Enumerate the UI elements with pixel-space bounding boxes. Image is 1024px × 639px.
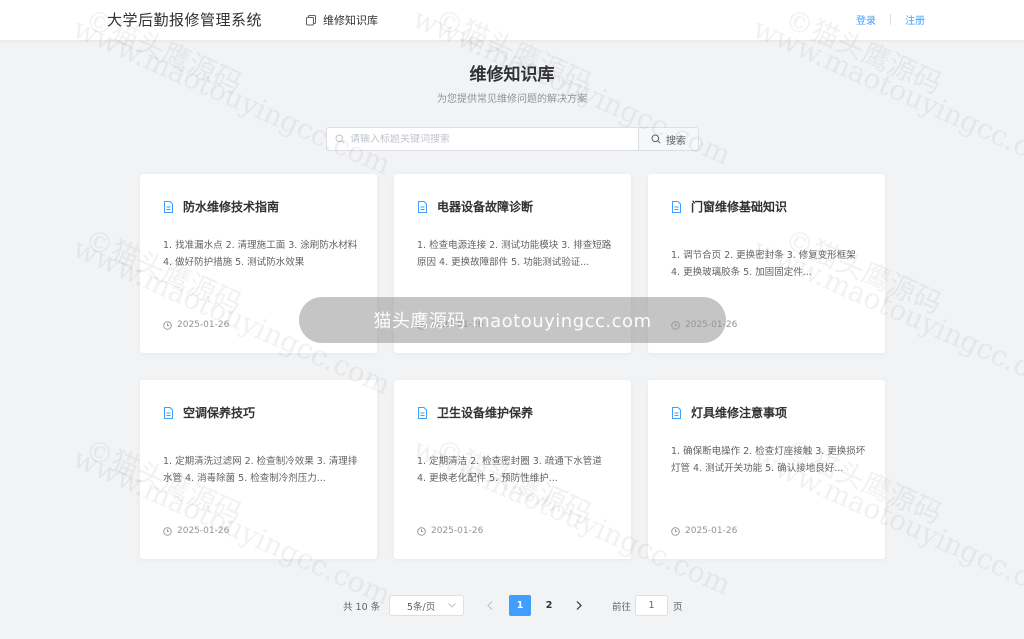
document-icon — [164, 406, 173, 419]
goto-page-input[interactable] — [635, 595, 668, 616]
document-icon — [672, 406, 681, 419]
article-date-row: 2025-01-26 — [163, 320, 229, 330]
article-summary: 1. 确保断电操作 2. 检查灯座接触 3. 更换损坏灯管 4. 测试开关功能 … — [671, 446, 866, 474]
article-date: 2025-01-26 — [685, 526, 738, 536]
page-button-2[interactable]: 2 — [538, 595, 560, 616]
page-button-1[interactable]: 1 — [509, 595, 531, 616]
article-date-row: 2025-01-26 — [417, 320, 483, 330]
nav-knowledge-base-label: 维修知识库 — [323, 14, 378, 27]
search-button-label: 搜索 — [666, 135, 686, 147]
article-summary: 1. 定期清洗过滤网 2. 检查制冷效果 3. 清理排水管 4. 消毒除菌 5.… — [163, 456, 358, 484]
document-icon — [672, 200, 681, 213]
article-summary: 1. 定期清洁 2. 检查密封圈 3. 疏通下水管道 4. 更换老化配件 5. … — [417, 456, 602, 484]
article-date: 2025-01-26 — [177, 526, 230, 536]
auth-links: 登录 注册 — [856, 12, 925, 27]
copy-icon — [306, 15, 316, 26]
article-summary: 1. 检查电源连接 2. 测试功能模块 3. 排查短路原因 4. 更换故障部件 … — [417, 240, 612, 268]
clock-icon — [417, 320, 426, 330]
article-date-row: 2025-01-26 — [417, 526, 483, 536]
article-title-row: 电器设备故障诊断 — [417, 198, 533, 215]
nav-knowledge-base[interactable]: 维修知识库 — [305, 12, 378, 28]
article-title-row: 门窗维修基础知识 — [671, 198, 787, 215]
page-subtitle: 为您提供常见维修问题的解决方案 — [437, 94, 587, 105]
clock-icon — [671, 526, 680, 536]
login-link[interactable]: 登录 — [856, 12, 876, 27]
search-field[interactable] — [326, 127, 639, 151]
document-icon — [164, 200, 173, 213]
article-date: 2025-01-26 — [431, 320, 484, 330]
article-title: 卫生设备维护保养 — [437, 406, 534, 420]
article-date-row: 2025-01-26 — [163, 526, 229, 536]
article-date-row: 2025-01-26 — [671, 320, 737, 330]
top-header: 大学后勤报修管理系统 维修知识库 登录 注册 — [0, 0, 1024, 40]
divider — [890, 14, 891, 25]
brand-title: 大学后勤报修管理系统 — [107, 11, 263, 29]
article-card[interactable]: 电器设备故障诊断 1. 检查电源连接 2. 测试功能模块 3. 排查短路原因 4… — [394, 174, 631, 353]
register-link[interactable]: 注册 — [905, 12, 925, 27]
article-card[interactable]: 卫生设备维护保养 1. 定期清洁 2. 检查密封圈 3. 疏通下水管道 4. 更… — [394, 380, 631, 559]
article-date-row: 2025-01-26 — [671, 526, 737, 536]
article-summary: 1. 找准漏水点 2. 清理施工面 3. 涂刷防水材料 4. 做好防护措施 5.… — [163, 240, 358, 268]
article-date: 2025-01-26 — [431, 526, 484, 536]
pagination-total: 共 10 条 — [343, 602, 381, 613]
article-title: 防水维修技术指南 — [183, 200, 280, 214]
article-card[interactable]: 防水维修技术指南 1. 找准漏水点 2. 清理施工面 3. 涂刷防水材料 4. … — [140, 174, 377, 353]
chevron-right-icon — [576, 601, 582, 610]
chevron-left-icon — [487, 601, 493, 610]
article-title: 空调保养技巧 — [183, 406, 256, 420]
page-title: 维修知识库 — [469, 65, 555, 85]
page-size-value: 5条/页 — [407, 601, 436, 613]
article-title-row: 卫生设备维护保养 — [417, 404, 533, 421]
pagination: 共 10 条 5条/页 1 2 前往 页 — [0, 595, 1024, 616]
article-card[interactable]: 空调保养技巧 1. 定期清洗过滤网 2. 检查制冷效果 3. 清理排水管 4. … — [140, 380, 377, 559]
page-size-select[interactable]: 5条/页 — [389, 595, 464, 616]
article-title-row: 防水维修技术指南 — [163, 198, 279, 215]
clock-icon — [671, 320, 680, 330]
document-icon — [418, 200, 427, 213]
clock-icon — [163, 526, 172, 536]
article-card[interactable]: 灯具维修注意事项 1. 确保断电操作 2. 检查灯座接触 3. 更换损坏灯管 4… — [648, 380, 885, 559]
search-icon — [335, 134, 345, 144]
clock-icon — [417, 526, 426, 536]
page-unit-label: 页 — [673, 602, 683, 613]
clock-icon — [163, 320, 172, 330]
goto-label: 前往 — [612, 602, 632, 613]
chevron-down-icon — [448, 603, 456, 608]
article-title: 灯具维修注意事项 — [691, 406, 788, 420]
article-title-row: 灯具维修注意事项 — [671, 404, 787, 421]
search-input[interactable] — [350, 133, 630, 145]
article-title: 门窗维修基础知识 — [691, 200, 788, 214]
search-button[interactable]: 搜索 — [638, 127, 699, 151]
article-summary: 1. 调节合页 2. 更换密封条 3. 修复变形框架 4. 更换玻璃胶条 5. … — [671, 250, 856, 278]
prev-page-button[interactable] — [479, 595, 501, 616]
article-title: 电器设备故障诊断 — [437, 200, 534, 214]
search-icon — [651, 134, 661, 144]
article-date: 2025-01-26 — [177, 320, 230, 330]
article-title-row: 空调保养技巧 — [163, 404, 255, 421]
document-icon — [418, 406, 427, 419]
article-card[interactable]: 门窗维修基础知识 1. 调节合页 2. 更换密封条 3. 修复变形框架 4. 更… — [648, 174, 885, 353]
next-page-button[interactable] — [568, 595, 590, 616]
article-date: 2025-01-26 — [685, 320, 738, 330]
